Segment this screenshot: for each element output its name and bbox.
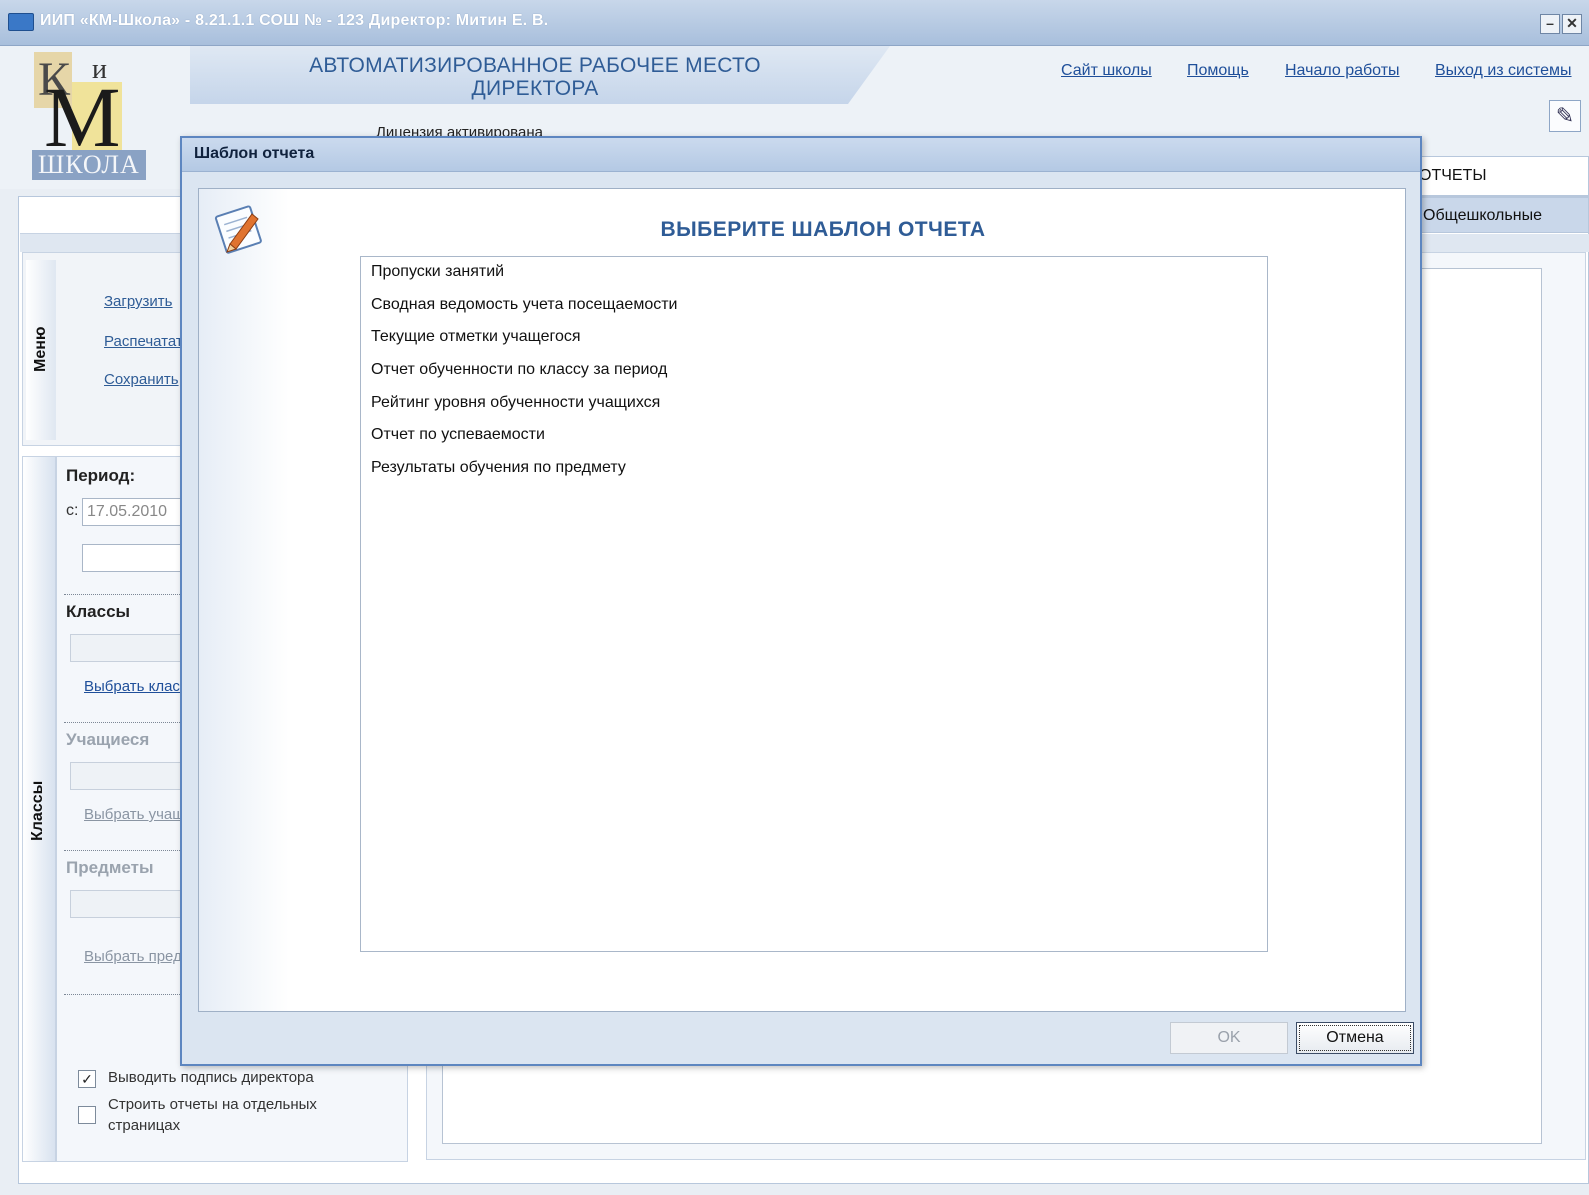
dialog-title: Шаблон отчета bbox=[194, 145, 315, 162]
menu-vertical-label: Меню bbox=[32, 326, 49, 372]
students-title: Учащиеся bbox=[66, 730, 150, 749]
link-school-site[interactable]: Сайт школы bbox=[1061, 62, 1152, 80]
cancel-button[interactable]: Отмена bbox=[1296, 1022, 1414, 1054]
menu-item-load[interactable]: Загрузить bbox=[104, 293, 180, 310]
ok-button[interactable]: OK bbox=[1170, 1022, 1288, 1054]
students-field bbox=[70, 762, 190, 790]
classes-vertical-tab[interactable]: Классы bbox=[22, 456, 56, 1162]
separate-pages-checkbox[interactable] bbox=[78, 1106, 96, 1124]
logo-school: ШКОЛА bbox=[32, 150, 146, 180]
logo-m: М bbox=[44, 69, 121, 165]
template-item[interactable]: Пропуски занятий bbox=[361, 257, 1267, 290]
link-getting-started[interactable]: Начало работы bbox=[1285, 62, 1400, 80]
select-subjects-link[interactable]: Выбрать предметы bbox=[84, 948, 184, 965]
dialog-heading: ВЫБЕРИТЕ ШАБЛОН ОТЧЕТА bbox=[660, 218, 986, 241]
minimize-button[interactable]: – bbox=[1540, 14, 1560, 34]
date-from-input[interactable] bbox=[82, 498, 192, 526]
template-item[interactable]: Результаты обучения по предмету bbox=[361, 453, 1267, 486]
menu-vertical-tab[interactable]: Меню bbox=[26, 260, 56, 440]
logo: К и М ШКОЛА bbox=[10, 46, 160, 186]
classes-vertical-label: Классы bbox=[29, 780, 46, 841]
period-title: Период: bbox=[66, 466, 136, 485]
template-item[interactable]: Отчет обученности по классу за период bbox=[361, 355, 1267, 388]
template-item[interactable]: Отчет по успеваемости bbox=[361, 420, 1267, 453]
separator bbox=[64, 850, 184, 851]
template-item[interactable]: Сводная ведомость учета посещаемости bbox=[361, 290, 1267, 323]
report-template-dialog: Шаблон отчета ВЫБЕРИТЕ ШАБЛОН ОТЧЕТА Про… bbox=[180, 136, 1422, 1066]
select-students-link[interactable]: Выбрать учащихся bbox=[84, 806, 184, 823]
separator bbox=[64, 994, 184, 995]
window-title: ИИП «КМ-Школа» - 8.21.1.1 СОШ № - 123 Ди… bbox=[40, 12, 549, 29]
tab-reports[interactable]: ОТЧЕТЫ bbox=[1412, 156, 1589, 196]
date-to-input[interactable] bbox=[82, 544, 192, 572]
link-help[interactable]: Помощь bbox=[1187, 62, 1249, 80]
director-signature-label: Выводить подпись директора bbox=[108, 1069, 314, 1086]
dialog-titlebar: Шаблон отчета bbox=[182, 138, 1420, 172]
separate-pages-label: Строить отчеты на отдельных страницах bbox=[108, 1096, 317, 1134]
template-item[interactable]: Рейтинг уровня обученности учащихся bbox=[361, 388, 1267, 421]
date-from-label: с: bbox=[66, 502, 79, 519]
app-icon bbox=[8, 13, 34, 31]
separator bbox=[64, 594, 184, 595]
template-list[interactable]: Пропуски занятий Сводная ведомость учета… bbox=[360, 256, 1268, 952]
window-titlebar: ИИП «КМ-Школа» - 8.21.1.1 СОШ № - 123 Ди… bbox=[0, 0, 1589, 46]
menu-item-print[interactable]: Распечатать bbox=[104, 333, 180, 350]
menu-item-save[interactable]: Сохранить bbox=[104, 371, 180, 388]
template-item[interactable]: Текущие отметки учащегося bbox=[361, 322, 1267, 355]
separator bbox=[64, 722, 184, 723]
app-banner-title: АВТОМАТИЗИРОВАННОЕ РАБОЧЕЕ МЕСТО ДИРЕКТО… bbox=[309, 54, 761, 100]
subtab-school-wide[interactable]: Общешкольные bbox=[1412, 197, 1589, 233]
close-button[interactable]: ✕ bbox=[1562, 14, 1582, 34]
classes-title: Классы bbox=[66, 602, 131, 621]
classes-field bbox=[70, 634, 190, 662]
subjects-field bbox=[70, 890, 190, 918]
subjects-title: Предметы bbox=[66, 858, 154, 877]
link-logout[interactable]: Выход из системы bbox=[1435, 62, 1572, 80]
select-classes-link[interactable]: Выбрать классы bbox=[84, 678, 184, 695]
director-signature-checkbox[interactable]: ✓ bbox=[78, 1070, 96, 1088]
edit-icon[interactable]: ✎ bbox=[1549, 100, 1581, 132]
